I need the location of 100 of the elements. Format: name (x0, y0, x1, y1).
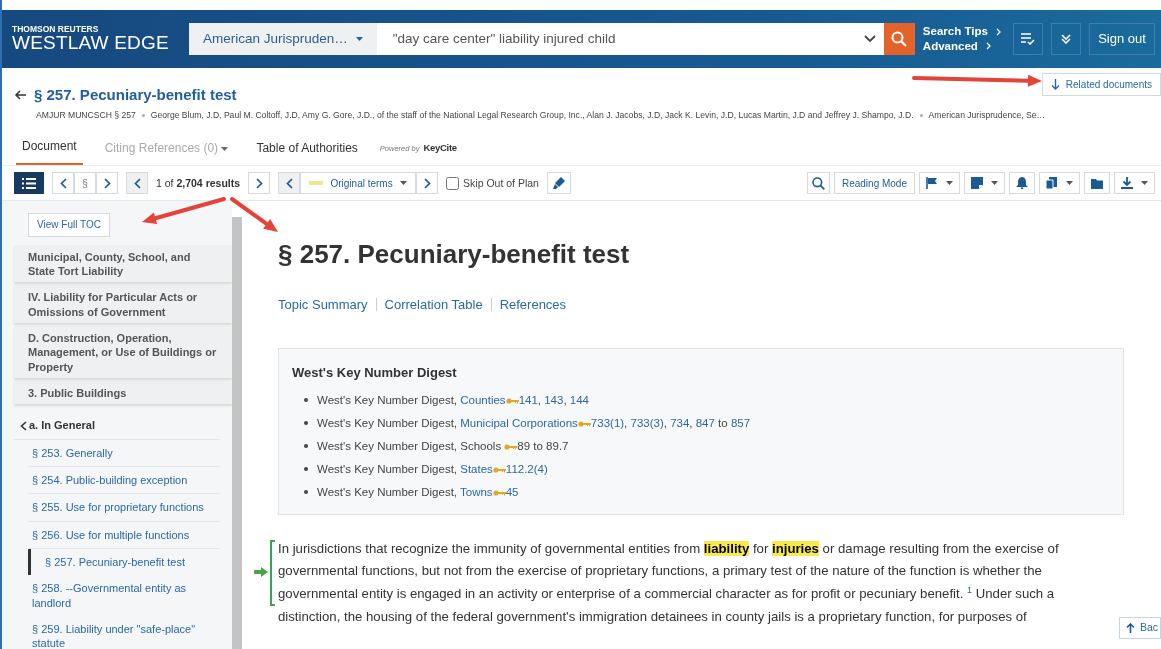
scope-dropdown[interactable]: American Jurispruden… (188, 23, 377, 55)
previous-term-button[interactable] (278, 172, 301, 195)
sign-out-button[interactable]: Sign out (1089, 23, 1155, 55)
chevron-left-icon (285, 177, 293, 189)
document-meta: AMJUR MUNCSCH § 257 (36, 109, 136, 120)
toc-ancestor-link[interactable]: 3. Public Buildings (14, 380, 232, 405)
digest-link[interactable]: 112.2(4) (505, 462, 548, 475)
back-chevron-icon (20, 420, 27, 431)
view-full-toc-button[interactable]: View Full TOC (28, 212, 110, 237)
result-count: 1 of 2,704 results (156, 175, 241, 191)
digest-entry: West's Key Number Digest, States 112.2(4) (317, 462, 548, 475)
digest-link[interactable]: 857 (730, 416, 751, 429)
toc-toggle-button[interactable] (14, 172, 44, 195)
search-field[interactable]: "day care center" liability injured child (376, 23, 885, 55)
digest-link[interactable]: 144 (569, 393, 589, 406)
header-link[interactable]: Advanced (922, 39, 1001, 54)
note-button[interactable] (964, 172, 1005, 195)
digest-link[interactable]: States (460, 462, 493, 475)
next-term-button[interactable] (416, 172, 439, 195)
search-button[interactable] (806, 172, 830, 195)
section-button[interactable]: § (74, 172, 96, 195)
download-icon (1121, 177, 1133, 190)
header-link[interactable]: Search Tips (922, 24, 1001, 39)
back-to-top-button[interactable]: Bac (1118, 617, 1161, 639)
copy-icon (1046, 177, 1058, 190)
reading-mode-button[interactable]: Reading Mode (833, 172, 915, 195)
chevron-left-icon (133, 177, 141, 189)
caret-icon (355, 37, 363, 41)
terms-dropdown[interactable]: Original terms (300, 172, 417, 195)
keycite-logo: KeyCite (423, 141, 457, 156)
chevron-icon (864, 35, 877, 43)
copy-button[interactable] (1039, 172, 1080, 195)
caret-icon (1141, 181, 1148, 186)
toc-item[interactable]: § 257. Pecuniary-benefit test (28, 548, 220, 576)
download-button[interactable] (1114, 172, 1155, 195)
digest-link[interactable]: 733(3) (630, 416, 664, 429)
digest-link[interactable]: Municipal Corporations (460, 416, 578, 429)
document-meta: American Jurisprudence, Se… (928, 109, 1046, 120)
digest-link[interactable]: 847 (695, 416, 715, 429)
double-chevron-icon (1061, 34, 1071, 44)
topic-link[interactable]: Topic Summary (278, 294, 368, 315)
highlighter-button[interactable] (546, 172, 571, 195)
toc-item[interactable]: § 259. Liability under "safe-place" statute (28, 615, 220, 649)
checkbox[interactable] (446, 176, 460, 190)
footnote-link[interactable]: 1 (967, 584, 973, 595)
caret-icon (991, 181, 998, 186)
digest-link[interactable]: Towns (460, 485, 493, 498)
digest-link[interactable]: Counties (460, 393, 506, 406)
chevron-right-icon (103, 177, 111, 189)
scrollbar[interactable] (232, 217, 242, 649)
next-section-button[interactable] (96, 172, 118, 195)
toc-item[interactable]: § 255. Use for proprietary functions (28, 494, 220, 522)
search-icon (811, 176, 825, 190)
caret-icon (1066, 181, 1073, 186)
key-icon (505, 397, 519, 404)
toc-group-label: a. In General (28, 418, 96, 434)
search-button[interactable] (884, 23, 915, 55)
list-check-button[interactable] (1012, 23, 1043, 55)
checkbox-label: Skip Out of Plan (463, 175, 539, 191)
toc-ancestor-link[interactable]: Municipal, County, School, and State Tort Liability (14, 244, 232, 283)
bell-icon (1016, 177, 1028, 190)
note-icon (971, 177, 983, 190)
bell-button[interactable] (1009, 172, 1035, 195)
tab[interactable]: Table of Authorities (250, 139, 364, 166)
toc-ancestor-link[interactable]: IV. Liability for Particular Acts or Omissions of Government (14, 285, 232, 324)
brand-logo: WESTLAW EDGE (12, 33, 169, 54)
flag-button[interactable] (919, 172, 960, 195)
search-icon (891, 31, 908, 47)
toc-item[interactable]: § 256. Use for multiple functions (28, 521, 220, 549)
brand-label: THOMSON REUTERS (12, 24, 100, 34)
toc-ancestor-link[interactable]: D. Construction, Operation, Management, or Use of Buildings or Property (14, 326, 232, 378)
body-paragraph: In jurisdictions that recognize the immunity of governmental entities from liability for injuries or damage resulting from the exercise of governmental functions, but not from the exercise of proprietary functions, a primary test of the nature of the function is whether the governmental entity is engaged in an activity or enterprise of a commercial character as for profit or pecuniary benefit. $^{1}$ Under such a distinction, the housing of the federal government's immigration detainees in county jails is a proprietary function, for purposes of (278, 539, 1060, 626)
digest-entry: West's Key Number Digest, Towns 45 (317, 485, 519, 498)
caret-icon (221, 147, 229, 152)
previous-section-button[interactable] (52, 172, 74, 195)
toc-item[interactable]: § 253. Generally (28, 439, 220, 468)
document-meta: George Blum, J.D, Paul M. Coltoff, J.D, Amy G. Gore, J.D., of the staff of the National Legal Research Group, Inc., Alan J. Jacobs, J.D, Jack K. Levin, J.D, Lucas Martin, J.D and Jeffrey J. Shampo, J.D. (150, 109, 914, 120)
related-documents-button[interactable]: Related documents (1041, 73, 1161, 96)
chevron-right-icon (255, 177, 263, 189)
document-title[interactable]: § 257. Pecuniary-benefit test (34, 84, 237, 107)
digest-link[interactable]: 141 (518, 393, 538, 406)
toc-item[interactable]: § 254. Public-building exception (28, 467, 220, 495)
folder-button[interactable] (1084, 172, 1110, 195)
digest-link[interactable]: 45 (505, 485, 519, 498)
annotation-arrow (230, 197, 278, 232)
expand-button[interactable] (1050, 23, 1082, 55)
toc-item[interactable]: § 258. --Governmental entity as landlord (28, 575, 220, 616)
tab[interactable]: Document (16, 137, 83, 166)
caret-icon (946, 181, 953, 186)
digest-entry: West's Key Number Digest, Counties 141, 143, 144 (317, 393, 589, 406)
digest-title: West's Key Number Digest (292, 364, 458, 383)
topic-link[interactable]: Correlation Table (384, 294, 483, 315)
flag-icon (926, 177, 938, 190)
back-arrow-icon[interactable] (14, 90, 26, 101)
highlight-bracket (270, 539, 275, 606)
caret-icon (400, 181, 408, 186)
previous-result-button[interactable] (126, 172, 148, 195)
list-icon (22, 177, 36, 189)
next-result-button[interactable] (248, 172, 271, 195)
topic-link[interactable]: References (499, 294, 567, 315)
